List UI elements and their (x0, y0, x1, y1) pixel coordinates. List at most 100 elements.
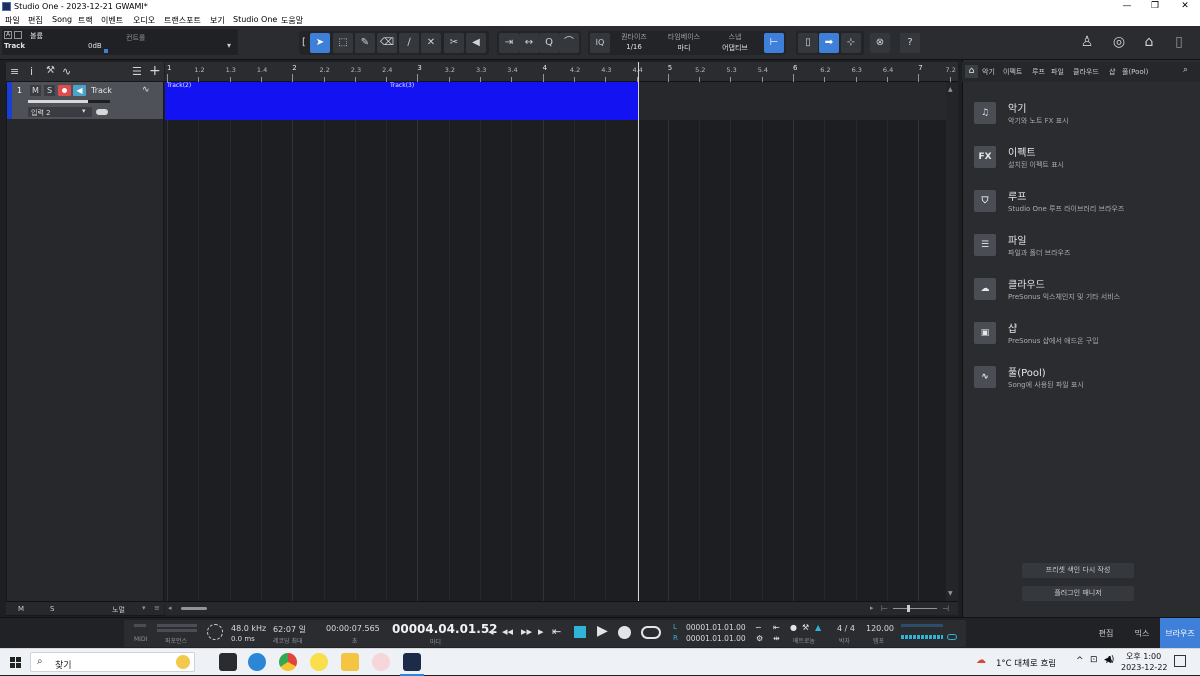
zoom-slider-handle[interactable] (907, 605, 910, 612)
browser-item-shop[interactable]: ▣ 샵 PreSonus 샵에서 애드온 구입 (974, 320, 1194, 354)
iq-button[interactable]: IQ (590, 33, 610, 53)
forward-icon[interactable]: ▸ (538, 625, 544, 638)
document-icon[interactable]: ▯ (1168, 34, 1190, 54)
tempo[interactable]: 120.00 (866, 624, 894, 633)
layer-icon[interactable] (14, 31, 22, 39)
zoom-slider[interactable] (893, 605, 937, 612)
wrench-icon[interactable]: ⚒ (46, 65, 55, 76)
position-counter[interactable]: 00004.04.01.52 (392, 622, 498, 636)
track-lane-empty[interactable] (638, 82, 946, 120)
play-button[interactable]: ▶ (597, 623, 608, 639)
browser-tab-instruments[interactable]: 악기 (982, 67, 995, 77)
clock-time[interactable]: 오후 1:00 (1126, 651, 1161, 662)
track-list-icon[interactable]: ☰ (132, 65, 142, 78)
maximize-button[interactable]: ❐ (1142, 1, 1168, 11)
split-tool-icon[interactable]: ✂ (444, 33, 464, 53)
browser-tab-pool[interactable]: 풀(Pool) (1122, 67, 1148, 77)
menu-event[interactable]: 이벤트 (101, 15, 123, 26)
close-button[interactable]: ✕ (1172, 1, 1198, 11)
notification-icon[interactable] (1174, 655, 1186, 667)
track-volume-bar[interactable] (28, 100, 110, 103)
browser-item-instruments[interactable]: ♫ 악기 악기와 노트 FX 표시 (974, 100, 1194, 134)
arrange-view[interactable] (165, 82, 958, 601)
browser-item-files[interactable]: ☰ 파일 파일과 폴더 브라우즈 (974, 232, 1194, 266)
mute-button[interactable]: M (30, 85, 41, 96)
home-icon[interactable]: ⌂ (1138, 34, 1160, 54)
chevron-down-icon[interactable]: ▾ (142, 604, 146, 612)
rewind-start-icon[interactable]: ◂ (488, 625, 494, 638)
file-explorer-icon[interactable] (341, 653, 359, 671)
fast-forward-icon[interactable]: ▸▸ (521, 625, 532, 638)
go-to-end-icon[interactable]: ⇤ (552, 625, 561, 638)
pause-circle-icon[interactable]: ◎ (1108, 34, 1130, 54)
tab-browse[interactable]: 브라우즈 (1160, 618, 1200, 649)
loop-left[interactable]: 00001.01.01.00 (686, 623, 746, 632)
studio-one-taskbar-icon[interactable] (219, 653, 237, 671)
cursor-follow-icon[interactable]: ⊹ (841, 33, 861, 53)
stretch-icon[interactable]: ↔ (519, 33, 539, 53)
metronome-icon[interactable]: ▲ (815, 623, 821, 632)
bend-icon[interactable]: ⌒ (559, 33, 579, 53)
menu-song[interactable]: Song (52, 15, 72, 24)
menu-file[interactable]: 파일 (5, 15, 20, 26)
search-icon[interactable]: ⌕ (1183, 65, 1188, 75)
browser-item-cloud[interactable]: ☁ 클라우드 PreSonus 익스체인지 및 기타 서비스 (974, 276, 1194, 310)
audio-clip-region[interactable]: Track(2) Track(3) (165, 82, 638, 120)
snap-toggle-icon[interactable]: ⊢ (764, 33, 784, 53)
menu-transport[interactable]: 트랜스포트 (164, 15, 201, 26)
record-button[interactable] (618, 626, 631, 639)
menu-view[interactable]: 보기 (210, 15, 225, 26)
plugin-manager-button[interactable]: 플러그인 매니저 (1022, 586, 1134, 601)
punch-icon[interactable]: ∽ (755, 623, 762, 632)
volume-value[interactable]: 0dB (88, 42, 102, 50)
input-select[interactable]: 입력 2 ▾ (28, 107, 92, 117)
menu-studio-one[interactable]: Studio One (233, 15, 277, 24)
playhead-cursor[interactable] (638, 62, 639, 601)
sync-icon[interactable] (207, 624, 223, 640)
record-arm-button[interactable] (58, 85, 71, 96)
zoom-icon[interactable]: Q (539, 33, 559, 53)
time-signature[interactable]: 4 / 4 (837, 624, 855, 633)
timebase-value[interactable]: 마디 (661, 43, 707, 53)
waveform-icon[interactable]: ∿ (142, 85, 150, 95)
tab-edit[interactable]: 편집 (1088, 618, 1124, 649)
chevron-down-icon[interactable]: ▾ (227, 41, 231, 50)
nudge-icon[interactable]: ⇥ (499, 33, 519, 53)
loop-right[interactable]: 00001.01.01.00 (686, 634, 746, 643)
scroll-right-icon[interactable]: ▸ (870, 604, 874, 612)
chrome-icon[interactable] (279, 653, 297, 671)
zoom-in-icon[interactable]: ⊣ (942, 604, 949, 613)
horizontal-scrollbar[interactable]: ◂ ▸ ⊢ ⊣ (165, 601, 958, 615)
help-button[interactable]: ? (900, 33, 920, 53)
browser-item-loops[interactable]: ⛉ 루프 Studio One 루프 라이브러리 브라우즈 (974, 188, 1194, 222)
weather-text[interactable]: 1°C 대체로 흐림 (996, 657, 1056, 669)
solo-button[interactable]: S (44, 85, 55, 96)
auto-icon[interactable]: A (4, 31, 12, 39)
rewind-icon[interactable]: ◂◂ (502, 625, 513, 638)
paint-tool-icon[interactable]: ∕ (399, 33, 419, 53)
eraser-tool-icon[interactable]: ⌫ (377, 33, 397, 53)
menu-edit[interactable]: 편집 (28, 15, 43, 26)
monitor-button[interactable]: ◀ (73, 85, 86, 96)
menu-icon[interactable]: ≡ (10, 65, 19, 78)
paint-icon[interactable] (372, 653, 390, 671)
autoscroll-icon[interactable]: ➡ (819, 33, 839, 53)
rebuild-preset-index-button[interactable]: 프리셋 색인 다시 작성 (1022, 563, 1134, 578)
menu-audio[interactable]: 오디오 (133, 15, 155, 26)
arrow-tool-icon[interactable]: ➤ (310, 33, 330, 53)
minimize-button[interactable]: — (1114, 1, 1140, 11)
settings-icon[interactable]: ⚙ (756, 634, 763, 643)
snap-value[interactable]: 어댑티브 (712, 43, 758, 53)
footer-mode[interactable]: 노멀 (112, 605, 125, 615)
scroll-down-icon[interactable]: ▼ (948, 590, 953, 597)
mute-tool-icon[interactable]: ✕ (421, 33, 441, 53)
track-row[interactable]: 1 M S ◀ Track ∿ 입력 2 ▾ (7, 82, 163, 119)
tray-chevron-icon[interactable]: ^ (1076, 656, 1084, 666)
home-icon[interactable]: ⌂ (965, 65, 978, 78)
search-box[interactable]: ⌕ 찾기 (30, 652, 195, 672)
zoom-out-icon[interactable]: ⊢ (881, 604, 888, 613)
vertical-scrollbar[interactable]: ▲ ▼ (946, 82, 958, 601)
ime-indicator[interactable]: A (1106, 655, 1113, 666)
output-toggle[interactable] (947, 634, 957, 640)
inspector-icon[interactable]: i (30, 65, 33, 78)
